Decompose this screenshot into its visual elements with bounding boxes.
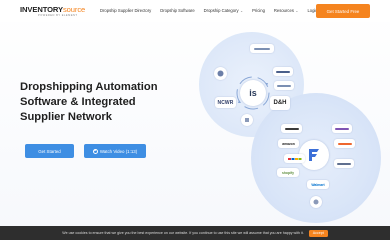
supplier-logo-icon	[245, 118, 249, 122]
inventory-source-hub-icon: is	[240, 80, 266, 106]
supplier-logo-chip	[250, 44, 274, 53]
ebay-logo-icon	[287, 157, 301, 160]
shopify-logo-chip: shopify	[277, 168, 299, 177]
cookie-consent-bar: We use cookies to ensure that we give yo…	[0, 226, 390, 240]
ncwr-logo-chip: NCWR	[215, 97, 236, 108]
hub-label: is	[249, 88, 257, 98]
watch-video-button[interactable]: ▶ Watch Video (1:13)	[84, 144, 146, 158]
logo-subtitle: POWERED BY ELEMENT	[38, 14, 78, 17]
woocommerce-logo-icon	[335, 127, 349, 130]
main-nav: Dropship Supplier Directory Dropship Sof…	[100, 8, 327, 13]
amazon-logo-chip: amazon	[278, 139, 299, 148]
hero-title-line-3: Supplier Network	[20, 111, 113, 123]
supplier-logo-chip	[241, 114, 253, 126]
nav-pricing[interactable]: Pricing	[252, 8, 265, 13]
chevron-down-icon: ⌄	[295, 8, 299, 13]
supplier-logo-icon	[254, 47, 270, 50]
cookie-consent-text: We use cookies to ensure that we give yo…	[62, 231, 304, 235]
bigcommerce-logo-chip	[281, 124, 302, 133]
chevron-down-icon: ⌄	[240, 8, 244, 13]
supplier-logo-chip	[273, 67, 293, 76]
flxpoint-logo-icon	[309, 149, 319, 161]
supplier-logo-icon	[276, 70, 290, 73]
nav-dropship-category[interactable]: Dropship Category ⌄	[204, 8, 243, 13]
supplier-logo-icon	[217, 70, 224, 77]
get-started-free-button[interactable]: Get Started Free	[316, 4, 370, 18]
supplier-logo-chip	[274, 81, 294, 90]
walmart-logo-chip: Walmart	[307, 180, 329, 189]
magento-logo-chip	[334, 139, 355, 148]
supplier-logo-chip	[334, 159, 354, 168]
nav-dropship-software[interactable]: Dropship Software	[160, 8, 194, 13]
watch-video-label: Watch Video (1:13)	[99, 148, 138, 154]
logo-main-text: INVENTORY	[20, 5, 63, 14]
supplier-logo-icon	[337, 162, 351, 165]
site-header: INVENTORYsource POWERED BY ELEMENT Drops…	[0, 0, 390, 22]
supplier-logo-chip	[310, 196, 322, 208]
get-started-button[interactable]: Get Started	[25, 144, 74, 158]
hero-title-line-2: Software & Integrated	[20, 96, 136, 108]
supplier-logo-icon	[313, 199, 319, 205]
supplier-logo-chip	[214, 67, 227, 80]
inventory-source-logo[interactable]: INVENTORYsource POWERED BY ELEMENT	[20, 6, 90, 18]
hero-title-line-1: Dropshipping Automation	[20, 81, 158, 93]
hero-title: Dropshipping Automation Software & Integ…	[20, 80, 220, 125]
play-icon: ▶	[92, 148, 98, 154]
woocommerce-logo-chip	[332, 124, 352, 133]
nav-supplier-directory[interactable]: Dropship Supplier Directory	[100, 8, 151, 13]
bigcommerce-logo-icon	[284, 127, 299, 130]
logo-accent-text: source	[62, 5, 86, 14]
dh-logo-chip: D&H	[270, 96, 290, 110]
magento-logo-icon	[337, 142, 352, 145]
nav-resources[interactable]: Resources ⌄	[274, 8, 299, 13]
cookie-accept-button[interactable]: Accept	[308, 229, 328, 237]
ebay-logo-chip	[284, 154, 305, 163]
supplier-logo-icon	[277, 84, 291, 87]
